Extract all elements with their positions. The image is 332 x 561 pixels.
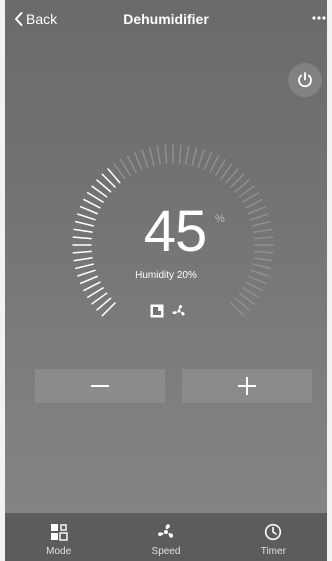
dial-tick	[185, 145, 190, 165]
dial-tick	[230, 302, 245, 317]
dial-tick	[113, 163, 126, 180]
dial-tick	[191, 147, 198, 167]
dial-tick	[254, 250, 274, 254]
dial-tick	[253, 228, 273, 233]
dial-tick	[197, 149, 205, 168]
top-bar: Back Dehumidifier	[5, 0, 327, 40]
dial-tick	[203, 151, 213, 170]
dial-tick	[148, 147, 155, 167]
dial-tick	[77, 213, 96, 221]
dial-tick	[238, 292, 255, 305]
plus-icon	[238, 377, 256, 395]
more-button[interactable]	[305, 8, 327, 28]
fan-icon	[157, 524, 174, 538]
dial-tick	[86, 192, 104, 203]
tab-mode-label: Mode	[46, 546, 72, 557]
dial-tick	[242, 287, 260, 298]
power-icon	[298, 72, 312, 88]
dial-tick	[234, 297, 250, 311]
tab-timer-label: Timer	[260, 546, 286, 557]
page-title: Dehumidifier	[123, 11, 209, 27]
dial-tick	[133, 151, 143, 170]
dehumidifier-screen: Back Dehumidifier 45 % Humidity 20% Mode…	[5, 0, 327, 561]
dial-tick	[96, 179, 112, 193]
dial-tick	[164, 144, 168, 164]
dial-tick	[225, 168, 239, 184]
dial-tick	[141, 149, 149, 168]
dial-tick	[83, 198, 101, 209]
dial-tick	[75, 263, 95, 270]
dial-tick	[79, 205, 98, 215]
dial-tick	[101, 173, 116, 188]
dial-tick	[245, 281, 263, 292]
dial-tick	[73, 228, 93, 233]
humidity-reading: Humidity 20%	[135, 270, 197, 281]
dial-tick	[72, 236, 92, 240]
tab-mode[interactable]: Mode	[5, 513, 112, 561]
dial-tick	[234, 179, 250, 193]
decrease-button[interactable]	[35, 369, 165, 403]
dial-tick	[101, 302, 116, 317]
dial-tick	[248, 205, 267, 215]
fan-status-icon	[172, 305, 185, 316]
humidity-unit: %	[215, 213, 225, 225]
dial-tick	[86, 287, 104, 298]
dial-tick	[251, 263, 271, 270]
dial-tick	[156, 145, 161, 165]
dial-tick	[91, 185, 108, 198]
dial-tick	[107, 168, 121, 184]
dial-tick	[230, 173, 245, 188]
dial-tick	[245, 198, 263, 209]
dial-tick	[126, 155, 137, 173]
dial-tick	[209, 155, 220, 173]
tab-speed-label: Speed	[151, 546, 181, 557]
dial-tick	[242, 192, 260, 203]
dial-tick	[96, 297, 112, 311]
dial-tick	[178, 144, 182, 164]
dial-tick	[254, 236, 274, 240]
humidity-value: 45	[143, 199, 208, 264]
dial-tick	[253, 257, 273, 262]
dial-tick	[120, 158, 131, 176]
dial-tick	[73, 257, 93, 262]
more-icon	[312, 16, 326, 20]
clock-icon	[265, 523, 282, 541]
dial-tick	[251, 220, 271, 227]
status-icons	[150, 304, 200, 320]
mode-status-icon	[150, 304, 164, 318]
dial-tick	[91, 292, 108, 305]
dial-tick	[215, 158, 226, 176]
dial-tick	[75, 220, 95, 227]
increase-button[interactable]	[182, 369, 312, 403]
dial-tick	[250, 213, 269, 221]
dial-tick	[238, 185, 255, 198]
bottom-bar: Mode Speed Timer	[5, 513, 327, 561]
power-button[interactable]	[288, 63, 322, 97]
tab-timer[interactable]: Timer	[220, 513, 327, 561]
dial-tick	[83, 281, 101, 292]
minus-icon	[91, 385, 109, 387]
tab-speed[interactable]: Speed	[112, 513, 219, 561]
mode-icon	[50, 524, 68, 541]
dial-tick	[220, 163, 233, 180]
dial-tick	[72, 250, 92, 254]
